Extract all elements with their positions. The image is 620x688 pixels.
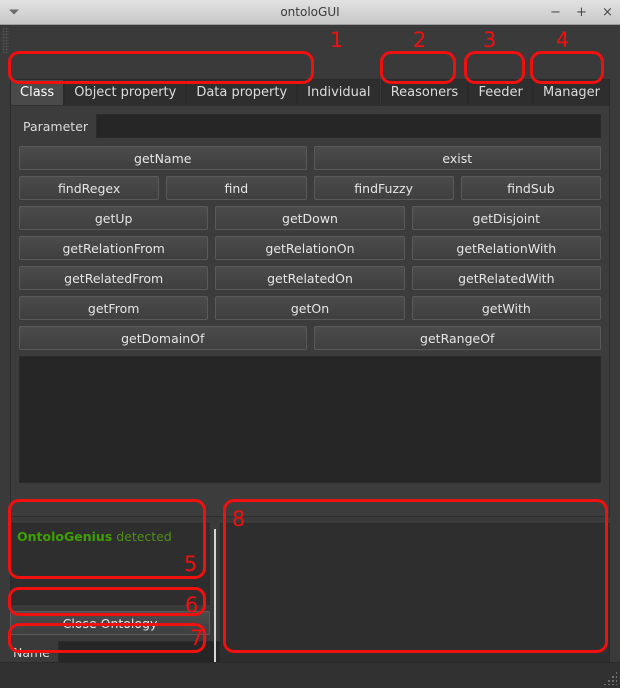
query-button-getdisjoint[interactable]: getDisjoint: [411, 206, 601, 230]
splitter-line: [214, 529, 216, 677]
query-button-row: findRegex find findFuzzy findSub: [19, 176, 601, 200]
query-button-getfrom[interactable]: getFrom: [19, 296, 209, 320]
query-button-getrelatedon[interactable]: getRelatedOn: [215, 266, 405, 290]
status-bar: [0, 662, 620, 688]
query-button-getdown[interactable]: getDown: [215, 206, 405, 230]
query-button-row: getName exist: [19, 146, 601, 170]
maximize-button[interactable]: +: [575, 6, 588, 19]
tab-manager[interactable]: Manager: [533, 79, 611, 105]
tab-class[interactable]: Class: [10, 79, 65, 105]
query-button-row: getFrom getOn getWith: [19, 296, 601, 320]
resize-grip-icon[interactable]: [603, 671, 617, 685]
parameter-input[interactable]: [96, 114, 601, 138]
query-button-getrelationon[interactable]: getRelationOn: [215, 236, 405, 260]
query-button-getwith[interactable]: getWith: [411, 296, 601, 320]
query-button-getrelationwith[interactable]: getRelationWith: [411, 236, 601, 260]
query-button-getup[interactable]: getUp: [19, 206, 209, 230]
minimize-button[interactable]: −: [549, 6, 562, 19]
query-button-getdomainof[interactable]: getDomainOf: [19, 326, 307, 350]
query-button-getrelationfrom[interactable]: getRelationFrom: [19, 236, 209, 260]
query-button-findfuzzy[interactable]: findFuzzy: [313, 176, 454, 200]
query-button-row: getUp getDown getDisjoint: [19, 206, 601, 230]
tab-object-property[interactable]: Object property: [64, 79, 187, 105]
parameter-label: Parameter: [19, 114, 97, 138]
dropdown-arrow-icon[interactable]: [9, 9, 19, 15]
query-button-row: getRelationFrom getRelationOn getRelationW…: [19, 236, 601, 260]
tab-reasoners[interactable]: Reasoners: [380, 79, 469, 105]
query-button-findsub[interactable]: findSub: [460, 176, 601, 200]
query-button-grid: getName exist findRegex find findFuzzy findSu…: [19, 146, 601, 350]
result-display-area[interactable]: [19, 356, 601, 483]
tab-data-property[interactable]: Data property: [186, 79, 298, 105]
name-input[interactable]: [57, 641, 220, 663]
query-button-getrelatedfrom[interactable]: getRelatedFrom: [19, 266, 209, 290]
tab-feeder[interactable]: Feeder: [468, 79, 533, 105]
parameter-row: Parameter: [19, 114, 601, 138]
query-button-row: getDomainOf getRangeOf: [19, 326, 601, 350]
window-controls: − + ×: [549, 0, 614, 25]
name-label: Name: [13, 644, 50, 660]
query-button-getname[interactable]: getName: [19, 146, 307, 170]
close-ontology-button[interactable]: Close Ontology: [10, 611, 210, 635]
window-body: Class Object property Data property Indi…: [0, 25, 620, 688]
tab-bar: Class Object property Data property Indi…: [10, 77, 611, 105]
query-button-geton[interactable]: getOn: [215, 296, 405, 320]
close-button[interactable]: ×: [601, 6, 614, 19]
window-title: ontoloGUI: [280, 5, 340, 19]
query-button-row: getRelatedFrom getRelatedOn getRelatedWith: [19, 266, 601, 290]
query-button-getrangeof[interactable]: getRangeOf: [313, 326, 601, 350]
query-button-findregex[interactable]: findRegex: [19, 176, 160, 200]
vertical-splitter[interactable]: [210, 523, 220, 683]
status-message-box: OntoloGenius detected: [10, 523, 210, 605]
status-product-name: OntoloGenius: [17, 529, 113, 544]
query-button-getrelatedwith[interactable]: getRelatedWith: [411, 266, 601, 290]
class-tab-panel: Parameter getName exist findRegex find findF…: [10, 105, 610, 517]
bottom-area: OntoloGenius detected Close Ontology Nam…: [10, 523, 610, 683]
query-button-exist[interactable]: exist: [313, 146, 601, 170]
application-window: ontoloGUI − + × Class Object property Da…: [0, 0, 620, 688]
name-row: Name: [10, 641, 220, 663]
tab-individual[interactable]: Individual: [297, 79, 381, 105]
title-bar: ontoloGUI − + ×: [0, 0, 620, 25]
ontology-controls: OntoloGenius detected Close Ontology Nam…: [10, 523, 220, 683]
status-message-text: detected: [112, 529, 172, 544]
query-button-find[interactable]: find: [166, 176, 307, 200]
ontology-list-panel[interactable]: [220, 523, 610, 673]
drag-handle[interactable]: [2, 27, 9, 53]
